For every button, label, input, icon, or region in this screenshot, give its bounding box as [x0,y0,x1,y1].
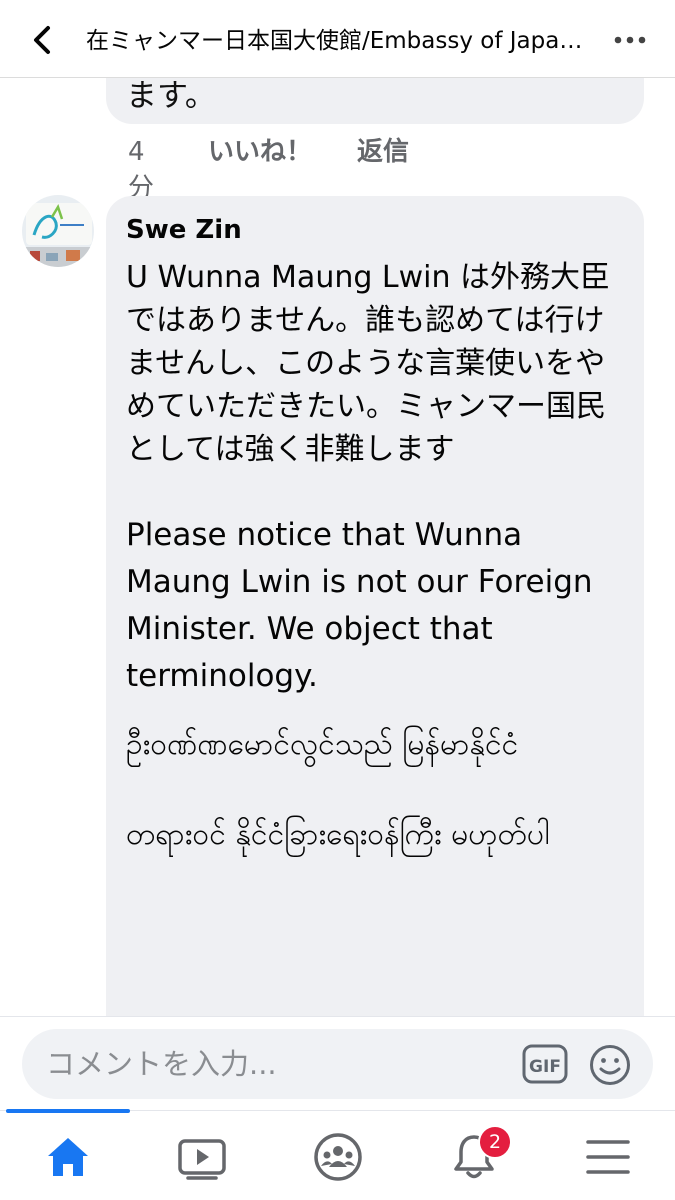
page-title: 在ミャンマー日本国大使館/Embassy of Japan in Myanmar [86,28,596,54]
video-icon[interactable] [174,1129,230,1185]
comment-text-english: Please notice that Wunna Maung Lwin is n… [126,517,593,694]
previous-comment-text: ます。 [126,78,216,114]
gif-icon[interactable]: GIF [522,1043,568,1085]
menu-icon[interactable] [580,1129,636,1185]
comment-text-japanese: U Wunna Maung Lwin は外務大臣ではありません。誰も認めては行け… [126,260,611,467]
notification-badge: 2 [478,1125,512,1159]
like-button[interactable]: いいね！ [208,134,312,170]
comment-text-burmese: ဦးဝဏ်ဏမောင်လွင်သည် မြန်မာနိုင်ငံ တရား၀င်… [126,727,550,852]
home-icon[interactable] [40,1129,96,1185]
active-tab-indicator [6,1109,130,1113]
gif-label: GIF [529,1057,561,1077]
comment-author[interactable]: Swe Zin [126,212,242,248]
reply-button[interactable]: 返信 [357,134,409,170]
groups-icon[interactable] [310,1129,366,1185]
comment-input-placeholder: コメントを入力... [46,1047,277,1081]
ellipsis-icon[interactable] [610,28,650,52]
avatar[interactable] [22,195,94,267]
top-bar: 在ミャンマー日本国大使館/Embassy of Japan in Myanmar [0,0,675,78]
chevron-left-icon[interactable] [26,22,58,58]
bottom-navigation: 2 [0,1109,675,1200]
comment-composer: コメントを入力... GIF [0,1016,675,1110]
comment-input[interactable]: コメントを入力... GIF [22,1029,653,1099]
smiley-icon[interactable] [588,1043,632,1087]
